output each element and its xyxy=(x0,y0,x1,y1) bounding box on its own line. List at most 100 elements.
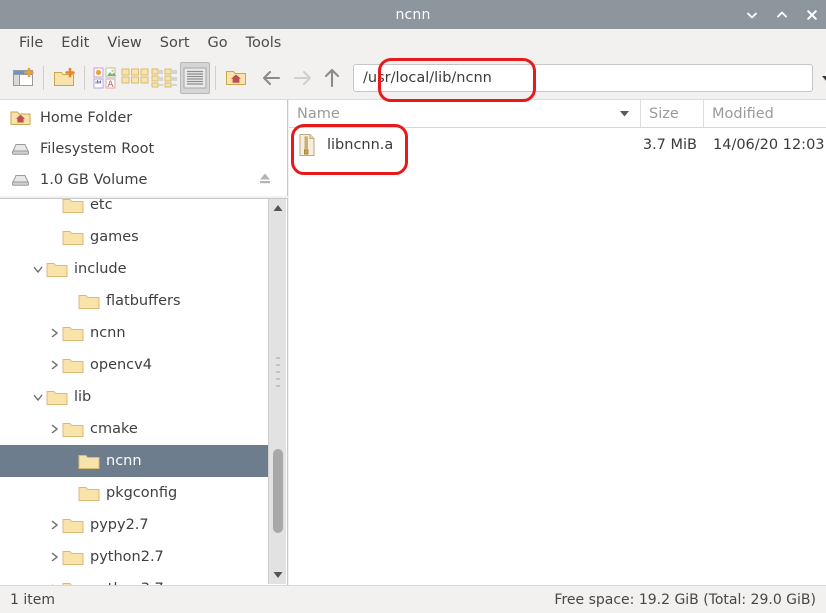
tree-item-etc[interactable]: etc xyxy=(0,199,272,221)
chevron-down-icon xyxy=(33,266,43,274)
tree-item-label: flatbuffers xyxy=(106,293,181,309)
menu-view[interactable]: View xyxy=(98,33,150,53)
tree-item-label: opencv4 xyxy=(90,357,152,373)
folder-icon xyxy=(46,389,68,406)
minimize-button[interactable] xyxy=(744,7,760,23)
sidebar-item-volume[interactable]: 1.0 GB Volume xyxy=(0,164,287,195)
tree-item-python37[interactable]: python3.7 xyxy=(0,573,272,585)
up-button[interactable] xyxy=(317,62,347,94)
sidebar-item-home-folder[interactable]: Home Folder xyxy=(0,102,287,133)
archive-file-icon xyxy=(297,133,319,157)
status-bar: 1 item Free space: 19.2 GiB (Total: 29.0… xyxy=(0,585,826,613)
window-title: ncnn xyxy=(395,6,431,23)
menu-tools[interactable]: Tools xyxy=(237,33,291,53)
folder-icon xyxy=(62,517,84,534)
tree-item-games[interactable]: games xyxy=(0,221,272,253)
file-size-cell: 3.7 MiB xyxy=(642,137,697,153)
menu-go[interactable]: Go xyxy=(199,33,237,53)
column-header-name[interactable]: Name xyxy=(289,100,640,127)
icon-view-button[interactable]: A xyxy=(90,62,120,94)
folder-icon xyxy=(62,549,84,566)
chevron-right-icon xyxy=(51,360,59,370)
tree-item-opencv4[interactable]: opencv4 xyxy=(0,349,272,381)
folder-icon xyxy=(78,485,100,502)
path-entry-wrapper: /usr/local/lib/ncnn xyxy=(353,64,826,92)
column-label: Modified xyxy=(712,105,774,122)
tree-expander-collapsed[interactable] xyxy=(46,357,62,373)
tree-expander-collapsed[interactable] xyxy=(46,517,62,533)
tree-item-pkgconfig[interactable]: pkgconfig xyxy=(0,477,272,509)
tree-item-cmake[interactable]: cmake xyxy=(0,413,272,445)
file-modified-cell: 14/06/20 12:03 xyxy=(713,137,825,153)
detailed-list-view-button[interactable] xyxy=(180,62,210,94)
tree-expander-expanded[interactable] xyxy=(30,389,46,405)
scrollbar-thumb[interactable] xyxy=(273,449,283,533)
column-header-modified[interactable]: Modified xyxy=(703,100,826,127)
tree-scrollbar[interactable] xyxy=(268,199,286,584)
drive-icon xyxy=(10,139,32,159)
folder-icon xyxy=(62,325,84,342)
list-view-button[interactable] xyxy=(150,62,180,94)
menu-file[interactable]: File xyxy=(10,33,52,53)
menu-edit[interactable]: Edit xyxy=(52,33,98,53)
tree-item-lib-ncnn[interactable]: ncnn xyxy=(0,445,272,477)
forward-button[interactable] xyxy=(287,62,317,94)
menu-sort[interactable]: Sort xyxy=(151,33,199,53)
path-input[interactable]: /usr/local/lib/ncnn xyxy=(353,64,813,92)
sidebar-item-label: Home Folder xyxy=(40,109,133,126)
column-header-size[interactable]: Size xyxy=(640,100,703,127)
sort-descending-icon xyxy=(619,106,630,122)
back-button[interactable] xyxy=(257,62,287,94)
sidebar-item-filesystem-root[interactable]: Filesystem Root xyxy=(0,133,287,164)
new-tab-icon xyxy=(13,67,34,86)
file-row-libncnn[interactable]: libncnn.a 3.7 MiB 14/06/20 12:03 xyxy=(289,128,826,162)
tree-item-label: pypy2.7 xyxy=(90,517,149,533)
chevron-right-icon xyxy=(51,328,59,338)
tree-item-label: cmake xyxy=(90,421,138,437)
detailed-list-view-icon xyxy=(183,67,207,89)
tree-item-include[interactable]: include xyxy=(0,253,272,285)
status-free-space: Free space: 19.2 GiB (Total: 29.0 GiB) xyxy=(554,591,816,608)
tree-item-label: ncnn xyxy=(90,325,126,341)
folder-icon xyxy=(62,421,84,438)
tree-expander-expanded[interactable] xyxy=(30,261,46,277)
folder-icon xyxy=(62,229,84,246)
toolbar: A /usr/local/lib/ncnn xyxy=(0,57,826,100)
path-dropdown-button[interactable] xyxy=(813,64,826,92)
tree-item-flatbuffers[interactable]: flatbuffers xyxy=(0,285,272,317)
new-folder-button[interactable] xyxy=(49,62,79,94)
sidebar-item-label: 1.0 GB Volume xyxy=(40,171,148,188)
directory-tree-pane: etc games include flatbuffers ncnn openc… xyxy=(0,198,288,585)
drive-icon xyxy=(10,170,32,190)
scroll-up-button[interactable] xyxy=(269,199,287,217)
tree-expander-collapsed[interactable] xyxy=(46,325,62,341)
home-button[interactable] xyxy=(221,62,251,94)
compact-view-button[interactable] xyxy=(120,62,150,94)
chevron-right-icon xyxy=(51,520,59,530)
svg-text:A: A xyxy=(107,80,114,90)
folder-icon xyxy=(78,293,100,310)
menu-bar: File Edit View Sort Go Tools xyxy=(0,29,826,57)
tree-expander-collapsed[interactable] xyxy=(46,421,62,437)
maximize-button[interactable] xyxy=(774,7,790,23)
tree-item-include-ncnn[interactable]: ncnn xyxy=(0,317,272,349)
arrow-right-icon xyxy=(293,70,312,86)
sidebar-item-label: Filesystem Root xyxy=(40,140,155,157)
new-tab-button[interactable] xyxy=(8,62,38,94)
scroll-down-button[interactable] xyxy=(269,566,287,584)
column-label: Name xyxy=(297,105,340,122)
close-button[interactable] xyxy=(804,7,820,23)
tree-item-lib[interactable]: lib xyxy=(0,381,272,413)
folder-icon xyxy=(46,261,68,278)
compact-view-icon xyxy=(121,68,149,84)
file-manager-window: ncnn File Edit View Sort Go Tools A /usr… xyxy=(0,0,826,613)
toolbar-separator-3 xyxy=(215,66,216,90)
eject-button[interactable] xyxy=(257,171,273,189)
tree-expander-none xyxy=(62,293,78,309)
tree-item-python27[interactable]: python2.7 xyxy=(0,541,272,573)
tree-item-label: include xyxy=(74,261,127,277)
tree-expander-collapsed[interactable] xyxy=(46,549,62,565)
tree-item-pypy27[interactable]: pypy2.7 xyxy=(0,509,272,541)
file-name-label: libncnn.a xyxy=(327,137,394,153)
tree-item-label: lib xyxy=(74,389,92,405)
